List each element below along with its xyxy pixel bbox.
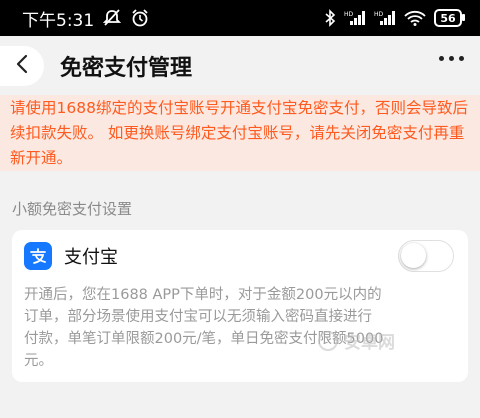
more-dot-icon: [449, 56, 454, 61]
payment-provider-card: 支付宝 开通后，您在1688 APP下单时，对于金额200元以内的订单，部分场景…: [12, 230, 468, 382]
more-dot-icon: [459, 56, 464, 61]
back-button[interactable]: [0, 46, 44, 86]
notice-text: 请使用1688绑定的支付宝账号开通支付宝免密支付，否则会导致后续扣款失败。 如更…: [10, 98, 468, 167]
provider-name: 支付宝: [64, 247, 118, 268]
chevron-left-icon: [15, 54, 29, 78]
more-dot-icon: [439, 56, 444, 61]
more-options-button[interactable]: [439, 56, 464, 61]
watermark-logo-icon: [318, 330, 338, 351]
wifi-icon: [404, 10, 426, 26]
svg-text:HD: HD: [344, 11, 354, 18]
navigation-bar: 免密支付管理: [0, 36, 480, 95]
battery-level: 56: [440, 11, 456, 25]
mute-icon: [102, 9, 122, 27]
watermark: 安卓网: [318, 328, 395, 353]
signal-hd-icon: HD: [344, 10, 366, 26]
alarm-icon: [130, 8, 150, 28]
warning-notice: 请使用1688绑定的支付宝账号开通支付宝免密支付，否则会导致后续扣款失败。 如更…: [0, 95, 480, 171]
toggle-knob: [401, 243, 426, 268]
passwordless-payment-toggle[interactable]: [398, 240, 454, 272]
battery-icon: 56: [434, 9, 465, 27]
watermark-text: 安卓网: [344, 333, 395, 353]
page-title: 免密支付管理: [60, 56, 193, 81]
status-bar: 下午5:31 HD HD 56: [0, 0, 480, 36]
status-time: 下午5:31: [22, 10, 95, 31]
signal-hd-icon: HD: [374, 10, 396, 26]
section-label: 小额免密支付设置: [12, 200, 133, 218]
alipay-icon: [24, 242, 52, 270]
svg-text:HD: HD: [374, 11, 384, 18]
bluetooth-icon: [324, 9, 336, 27]
